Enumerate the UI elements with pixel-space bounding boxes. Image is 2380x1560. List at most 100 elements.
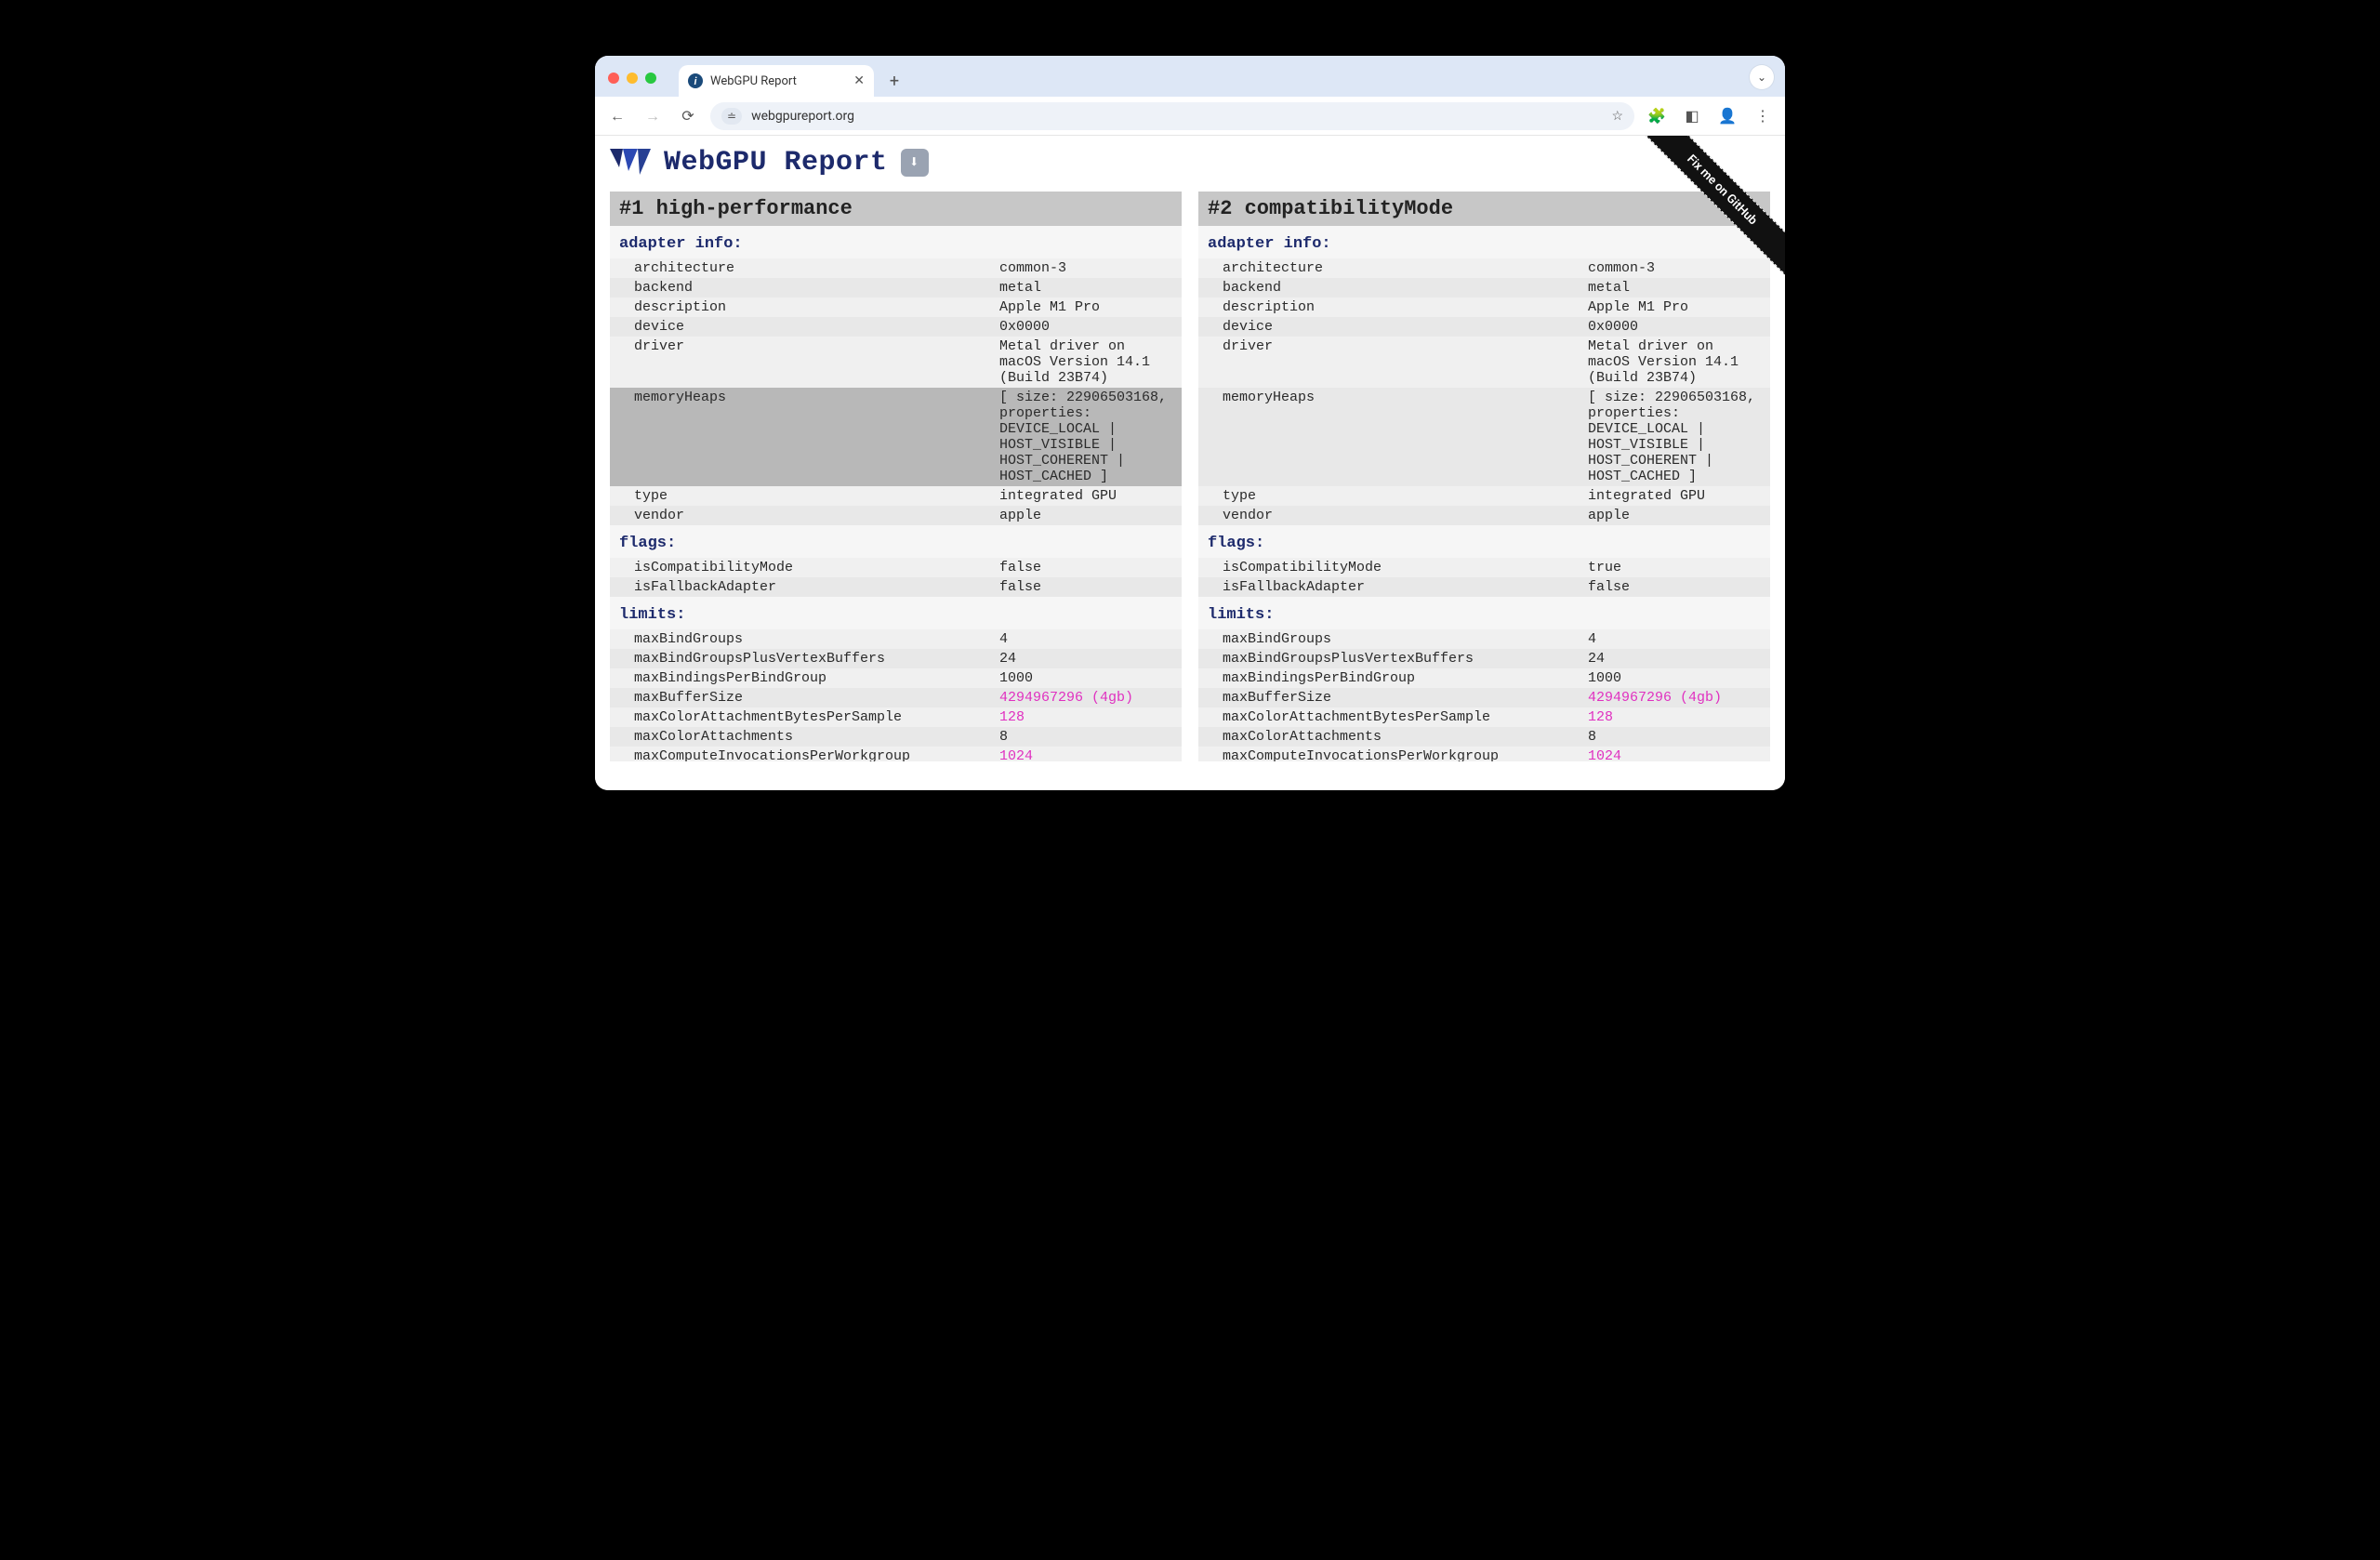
kv-value: 1000 [1584,668,1770,688]
section-title: adapter info: [610,226,1182,258]
panel-header: #1 high-performance [610,192,1182,226]
kv-value: 128 [1584,707,1770,727]
kv-value: apple [1584,506,1770,525]
highlighted-value: 128 [1588,709,1613,725]
kv-value: 128 [996,707,1182,727]
highlighted-value: 128 [999,709,1025,725]
kv-value: common-3 [1584,258,1770,278]
window-controls [608,73,679,97]
kv-value: 24 [1584,649,1770,668]
tabs-dropdown-button[interactable]: ⌄ [1750,65,1774,89]
kv-key: isFallbackAdapter [1198,577,1584,597]
kv-table: architecturecommon-3backendmetaldescript… [1198,258,1770,525]
viewport: Fix me on GitHub WebGPU Report ⬇ #1 high… [595,136,1785,790]
kv-value: 4 [1584,629,1770,649]
kv-key: type [1198,486,1584,506]
section-title: flags: [610,525,1182,558]
kv-value: false [1584,577,1770,597]
kv-value: Metal driver on macOS Version 14.1 (Buil… [1584,337,1770,388]
kv-key: backend [610,278,996,297]
kebab-menu-button[interactable]: ⋮ [1750,103,1776,129]
window-minimize-button[interactable] [627,73,638,84]
adapter-panel: #2 compatibilityModeadapter info:archite… [1198,192,1770,761]
kv-key: device [1198,317,1584,337]
kv-value: 4294967296 (4gb) [1584,688,1770,707]
kv-key: maxColorAttachmentBytesPerSample [1198,707,1584,727]
kv-key: maxBindingsPerBindGroup [1198,668,1584,688]
panel-header: #2 compatibilityMode [1198,192,1770,226]
kv-key: maxColorAttachments [1198,727,1584,747]
kv-value: 24 [996,649,1182,668]
kv-table: maxBindGroups4maxBindGroupsPlusVertexBuf… [1198,629,1770,761]
kv-value: true [1584,558,1770,577]
kv-key: vendor [610,506,996,525]
url-text: webgpureport.org [751,109,854,124]
section-title: limits: [1198,597,1770,629]
kv-value: false [996,577,1182,597]
browser-window: i WebGPU Report ✕ + ⌄ ← → ⟳ ≐ webgpurepo… [595,56,1785,790]
back-button[interactable]: ← [604,103,630,129]
kv-table: maxBindGroups4maxBindGroupsPlusVertexBuf… [610,629,1182,761]
kv-key: description [1198,297,1584,317]
kv-value: integrated GPU [1584,486,1770,506]
kv-key: maxBindGroups [610,629,996,649]
kv-key: backend [1198,278,1584,297]
kv-key: maxBufferSize [610,688,996,707]
tab-strip: i WebGPU Report ✕ + ⌄ [595,56,1785,97]
bookmark-star-icon[interactable]: ☆ [1611,109,1623,124]
highlighted-value: 4294967296 (4gb) [1588,690,1722,706]
kv-value: common-3 [996,258,1182,278]
kv-value: metal [1584,278,1770,297]
kv-key: architecture [1198,258,1584,278]
kv-value: 1000 [996,668,1182,688]
kv-key: driver [1198,337,1584,388]
kv-value: 8 [996,727,1182,747]
highlighted-value: 4294967296 (4gb) [999,690,1133,706]
new-tab-button[interactable]: + [881,68,907,94]
kv-key: maxColorAttachmentBytesPerSample [610,707,996,727]
kv-key: isCompatibilityMode [1198,558,1584,577]
kv-value: metal [996,278,1182,297]
webgpu-logo-icon [610,149,651,177]
profile-button[interactable]: 👤 [1714,103,1740,129]
kv-key: isCompatibilityMode [610,558,996,577]
section-title: flags: [1198,525,1770,558]
site-settings-chip[interactable]: ≐ [721,108,742,125]
tab-close-button[interactable]: ✕ [853,73,865,88]
kv-key: memoryHeaps [1198,388,1584,486]
kv-value: integrated GPU [996,486,1182,506]
kv-value: [ size: 22906503168, properties: DEVICE_… [1584,388,1770,486]
address-bar[interactable]: ≐ webgpureport.org ☆ [710,102,1634,130]
kv-value: 4294967296 (4gb) [996,688,1182,707]
kv-value: 4 [996,629,1182,649]
kv-value: 0x0000 [996,317,1182,337]
kv-key: maxBindGroups [1198,629,1584,649]
toolbar: ← → ⟳ ≐ webgpureport.org ☆ 🧩 ◧ 👤 ⋮ [595,97,1785,136]
tab-title: WebGPU Report [710,74,797,88]
kv-key: memoryHeaps [610,388,996,486]
kv-key: maxBindingsPerBindGroup [610,668,996,688]
kv-key: description [610,297,996,317]
kv-key: type [610,486,996,506]
download-button[interactable]: ⬇ [901,149,929,177]
window-maximize-button[interactable] [645,73,656,84]
side-panel-button[interactable]: ◧ [1679,103,1705,129]
panels-grid: #1 high-performanceadapter info:architec… [610,192,1770,761]
kv-key: maxBindGroupsPlusVertexBuffers [1198,649,1584,668]
kv-value: 0x0000 [1584,317,1770,337]
kv-key: maxBindGroupsPlusVertexBuffers [610,649,996,668]
kv-key: vendor [1198,506,1584,525]
kv-key: maxComputeInvocationsPerWorkgroup [1198,747,1584,761]
reload-button[interactable]: ⟳ [675,103,701,129]
kv-value: Apple M1 Pro [996,297,1182,317]
kv-key: isFallbackAdapter [610,577,996,597]
kv-key: maxColorAttachments [610,727,996,747]
kv-value: 8 [1584,727,1770,747]
forward-button[interactable]: → [640,103,666,129]
window-close-button[interactable] [608,73,619,84]
browser-tab[interactable]: i WebGPU Report ✕ [679,65,874,97]
kv-key: maxBufferSize [1198,688,1584,707]
section-title: adapter info: [1198,226,1770,258]
extensions-button[interactable]: 🧩 [1644,103,1670,129]
kv-key: device [610,317,996,337]
